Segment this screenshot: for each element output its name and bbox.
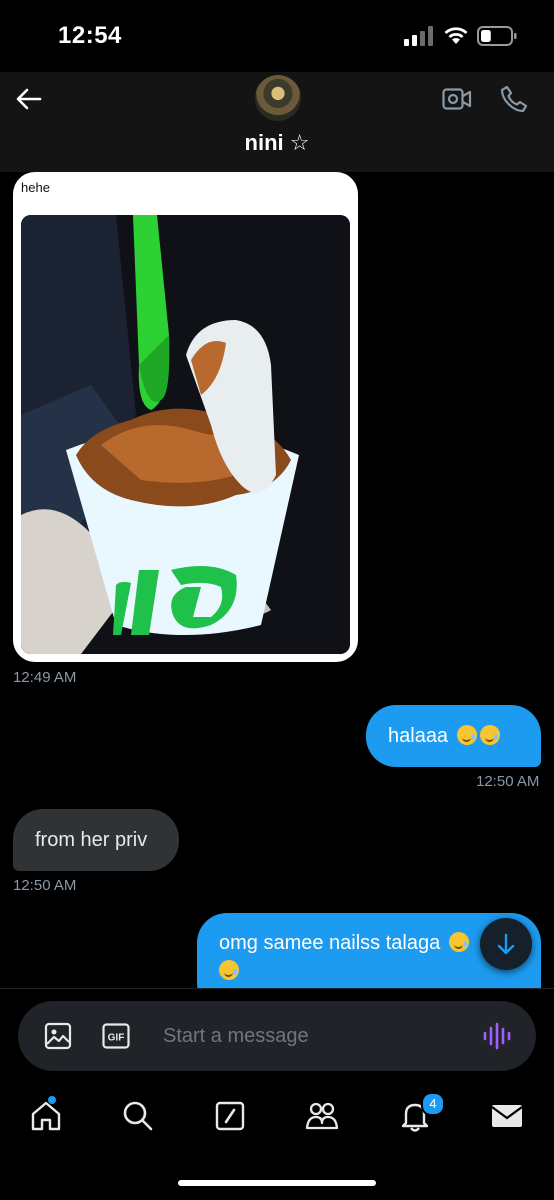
shared-photo[interactable]	[21, 215, 350, 654]
gif-icon[interactable]: GIF	[102, 1023, 130, 1049]
voice-message-icon[interactable]	[482, 1021, 512, 1051]
outgoing-message-bubble[interactable]: halaaa	[366, 705, 541, 767]
tab-home[interactable]	[28, 1096, 64, 1134]
battery-icon	[477, 26, 517, 46]
messages-icon	[491, 1105, 523, 1127]
compose-icon	[215, 1101, 245, 1131]
smiling-with-tear-emoji	[448, 932, 469, 952]
frozen-yogurt-photo	[21, 215, 350, 654]
media-message-card[interactable]: hehe	[13, 172, 358, 662]
conversation-header: nini ☆	[0, 72, 554, 172]
tab-communities[interactable]	[304, 1098, 340, 1134]
bottom-tab-bar: 4	[0, 1084, 554, 1200]
search-icon	[123, 1101, 153, 1131]
composer-area: GIF	[0, 988, 554, 1085]
status-time: 12:54	[58, 22, 122, 49]
arrow-down-icon	[497, 933, 515, 955]
tab-notifications[interactable]: 4	[397, 1092, 445, 1134]
wifi-icon	[444, 27, 468, 44]
cellular-signal-icon	[404, 26, 433, 46]
tab-compose[interactable]	[212, 1098, 248, 1134]
status-bar: 12:54	[0, 0, 554, 72]
home-indicator	[178, 1180, 376, 1186]
notification-count-badge: 4	[421, 1092, 445, 1116]
tab-search[interactable]	[120, 1098, 156, 1134]
home-icon	[31, 1101, 61, 1131]
communities-icon	[305, 1102, 339, 1130]
message-list[interactable]: hehe 12:49 AM halaaa 12:50 AM from her p…	[0, 172, 554, 988]
contact-name[interactable]: nini ☆	[0, 130, 554, 156]
smiling-with-tear-emoji	[219, 960, 239, 980]
message-text: from her priv	[35, 829, 148, 851]
tab-messages[interactable]	[489, 1098, 525, 1134]
message-input[interactable]	[163, 1023, 463, 1049]
message-text: omg samee nailss talaga	[219, 932, 441, 954]
image-icon[interactable]	[44, 1022, 72, 1050]
message-text: halaaa	[388, 725, 449, 747]
incoming-message-bubble[interactable]: from her priv	[13, 809, 179, 871]
smiling-with-tear-emoji	[479, 725, 500, 745]
scroll-to-bottom-button[interactable]	[480, 918, 532, 970]
message-timestamp: 12:49 AM	[13, 669, 77, 686]
smiling-with-tear-emoji	[456, 725, 477, 745]
back-arrow-icon[interactable]	[14, 84, 44, 114]
home-unread-dot	[48, 1096, 56, 1104]
message-composer: GIF	[18, 1001, 536, 1071]
phone-call-icon[interactable]	[499, 84, 529, 114]
video-call-icon[interactable]	[442, 86, 472, 112]
media-caption: hehe	[21, 180, 50, 195]
message-timestamp: 12:50 AM	[476, 773, 540, 790]
contact-avatar[interactable]	[255, 75, 301, 121]
message-timestamp: 12:50 AM	[13, 877, 77, 894]
gif-label: GIF	[108, 1033, 125, 1044]
